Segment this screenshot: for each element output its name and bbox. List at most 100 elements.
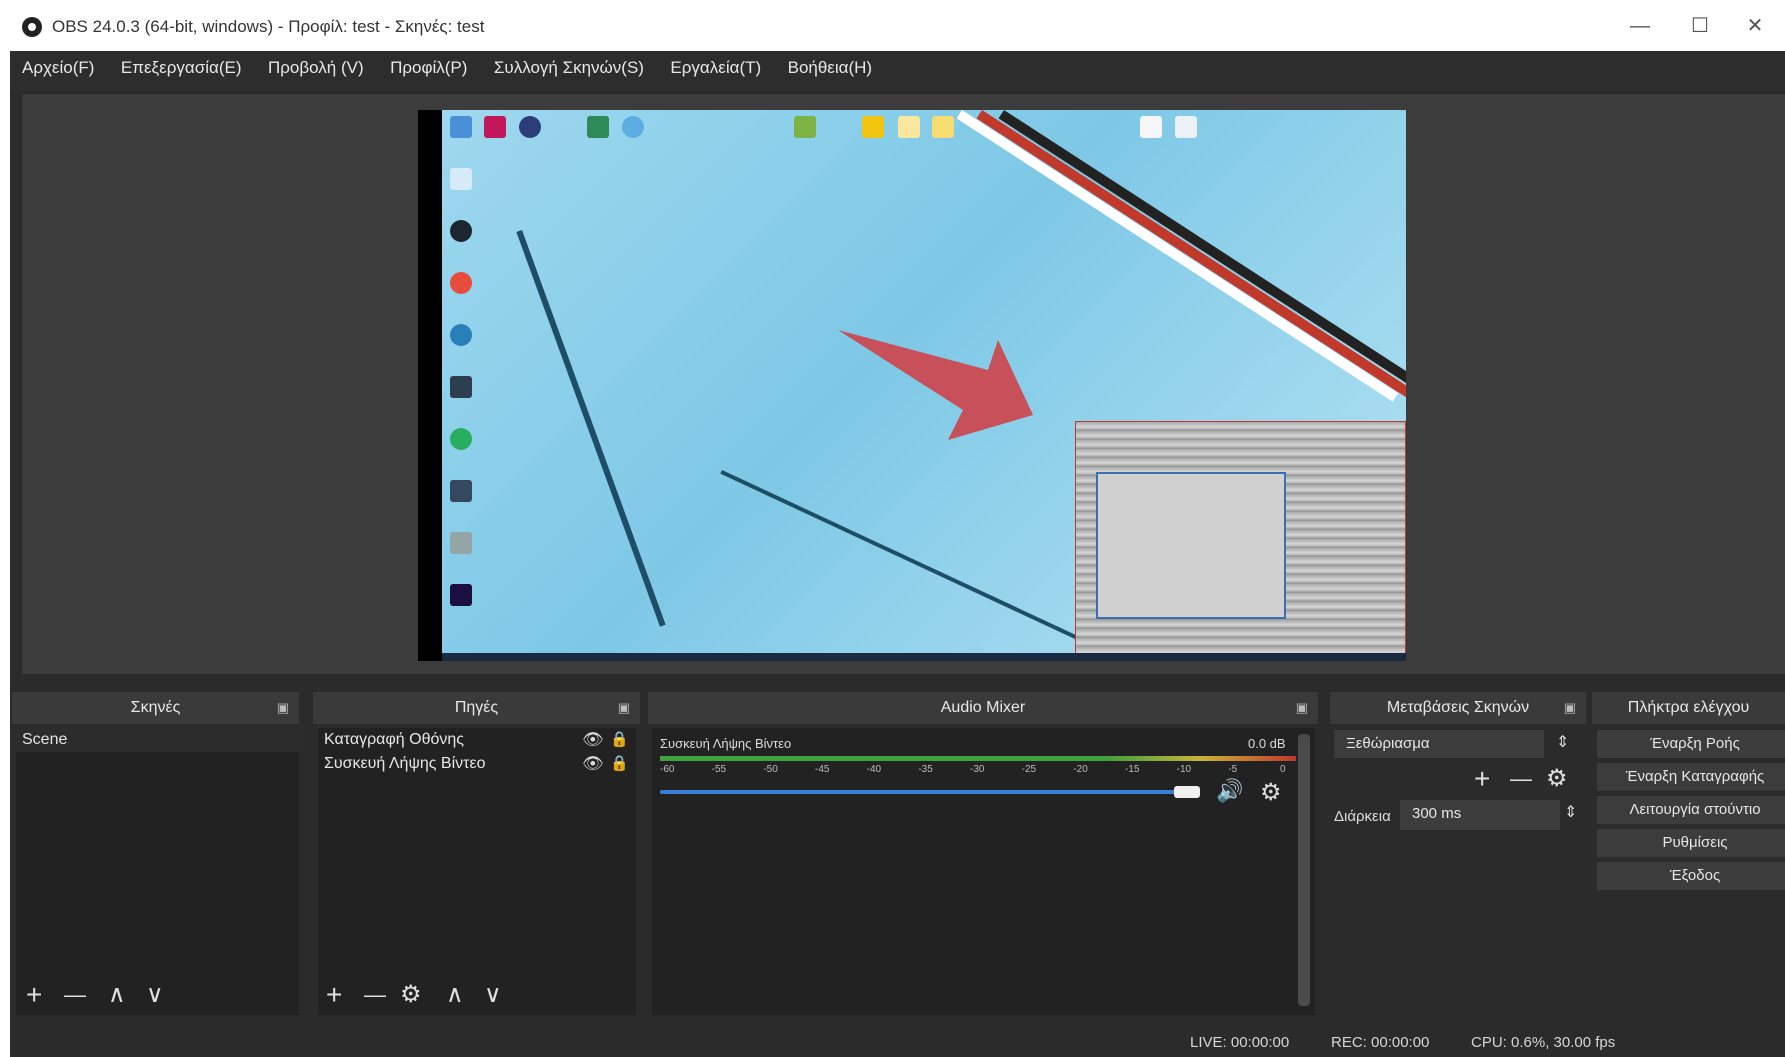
- menu-help[interactable]: Βοήθεια(H): [788, 51, 873, 85]
- preview-canvas[interactable]: [418, 110, 1406, 661]
- transition-properties-button[interactable]: ⚙: [1546, 764, 1568, 794]
- studio-mode-button[interactable]: Λειτουργία στούντιο: [1597, 796, 1785, 824]
- undock-icon[interactable]: ▣: [1296, 692, 1308, 724]
- meter-tick-label: -15: [1125, 764, 1140, 775]
- meter-tick-label: -10: [1176, 764, 1192, 775]
- source-item[interactable]: Συσκευή Λήψης Βίντεο: [318, 752, 624, 776]
- app-icon: [450, 428, 472, 450]
- meter-scale: -60 -55 -50 -45 -40 -35 -30 -25 -20 -15 -10 -5 0: [660, 764, 1296, 778]
- app-icon: [794, 116, 816, 138]
- title-bar: OBS 24.0.3 (64-bit, windows) - Προφίλ: t…: [0, 0, 1785, 51]
- move-source-down-button[interactable]: ∨: [484, 980, 502, 1010]
- menu-bar: Αρχείο(F) Επεξεργασία(E) Προβολή (V) Προ…: [10, 51, 1785, 91]
- move-scene-down-button[interactable]: ∨: [146, 980, 164, 1010]
- app-icon: [484, 116, 506, 138]
- taskbar: [442, 653, 1406, 661]
- exit-button[interactable]: Έξοδος: [1597, 862, 1785, 890]
- meter-tick-label: -25: [1021, 764, 1037, 775]
- audio-mixer-panel: Συσκευή Λήψης Βίντεο 0.0 dB -60 -55 -50 -45…: [652, 728, 1315, 1015]
- chevron-up-down-icon[interactable]: ⇕: [1556, 732, 1569, 752]
- start-streaming-button[interactable]: Έναρξη Ροής: [1597, 730, 1785, 758]
- sources-title: Πηγές: [454, 699, 499, 716]
- mixer-level: 0.0 dB: [1248, 736, 1286, 751]
- app-icon: [450, 532, 472, 554]
- menu-file[interactable]: Αρχείο(F): [22, 51, 94, 85]
- remove-scene-button[interactable]: —: [64, 980, 86, 1010]
- duration-label: Διάρκεια: [1334, 808, 1391, 825]
- mixer-scrollbar[interactable]: [1298, 734, 1310, 1006]
- add-transition-button[interactable]: +: [1474, 764, 1490, 794]
- meter-tick-label: 0: [1280, 764, 1286, 775]
- rec-status: REC: 00:00:00: [1331, 1034, 1430, 1051]
- app-icon: [450, 480, 472, 502]
- transitions-title: Μεταβάσεις Σκηνών: [1386, 699, 1530, 716]
- source-name: Συσκευή Λήψης Βίντεο: [324, 755, 486, 772]
- menu-view[interactable]: Προβολή (V): [268, 51, 364, 85]
- app-icon: [450, 376, 472, 398]
- menu-tools[interactable]: Εργαλεία(T): [670, 51, 761, 85]
- controls-dock-title: Πλήκτρα ελέγχου: [1592, 692, 1785, 724]
- source-item[interactable]: Καταγραφή Οθόνης: [318, 728, 624, 752]
- mixer-dock-title: Audio Mixer ▣: [648, 692, 1318, 724]
- move-scene-up-button[interactable]: ∧: [108, 980, 126, 1010]
- cpu-status: CPU: 0.6%, 30.00 fps: [1471, 1034, 1616, 1051]
- transitions-dock-title: Μεταβάσεις Σκηνών ▣: [1330, 692, 1586, 724]
- lock-icon[interactable]: 🔒: [610, 730, 629, 748]
- webcam-source[interactable]: [1075, 421, 1406, 661]
- menu-profile[interactable]: Προφίλ(P): [390, 51, 467, 85]
- meter-tick-label: -40: [866, 764, 882, 775]
- lock-icon[interactable]: 🔒: [610, 754, 629, 772]
- sources-list: Καταγραφή Οθόνης 👁 🔒 Συσκευή Λήψης Βίντε…: [318, 728, 636, 1015]
- transition-select[interactable]: Ξεθώριασμα: [1334, 730, 1544, 758]
- java-icon: [1175, 116, 1197, 138]
- after-effects-icon: [450, 584, 472, 606]
- undock-icon[interactable]: ▣: [1564, 692, 1576, 724]
- scenes-dock-title: Σκηνές ▣: [12, 692, 299, 724]
- scenes-list: Scene + — ∧ ∨: [16, 728, 299, 1015]
- scene-item[interactable]: Scene: [16, 728, 299, 752]
- folder-icon: [898, 116, 920, 138]
- obs-logo-icon: [22, 17, 42, 37]
- window-title: OBS 24.0.3 (64-bit, windows) - Προφίλ: t…: [52, 17, 485, 36]
- meter-tick-label: -5: [1228, 764, 1238, 775]
- visibility-eye-icon[interactable]: 👁: [582, 730, 604, 750]
- undock-icon[interactable]: ▣: [277, 692, 289, 724]
- duration-stepper-icon[interactable]: ⇕: [1564, 802, 1577, 822]
- wallpaper-curve: [720, 470, 1103, 652]
- transitions-panel: Ξεθώριασμα ⇕ + — ⚙ Διάρκεια 300 ms ⇕: [1330, 728, 1586, 1015]
- folder-icon: [932, 116, 954, 138]
- sources-dock-title: Πηγές ▣: [313, 692, 640, 724]
- volume-slider[interactable]: [660, 790, 1194, 794]
- window-border: [0, 51, 10, 1057]
- volume-meter: [660, 756, 1296, 761]
- scenes-title: Σκηνές: [130, 699, 181, 716]
- undock-icon[interactable]: ▣: [618, 692, 630, 724]
- remove-source-button[interactable]: —: [364, 980, 386, 1010]
- live-status: LIVE: 00:00:00: [1190, 1034, 1290, 1051]
- close-button[interactable]: ✕: [1735, 12, 1775, 40]
- meter-tick-label: -30: [970, 764, 985, 775]
- app-icon: [450, 324, 472, 346]
- meter-tick-label: -45: [815, 764, 830, 775]
- maximize-button[interactable]: ☐: [1680, 12, 1720, 40]
- app-icon: [622, 116, 644, 138]
- settings-button[interactable]: Ρυθμίσεις: [1597, 829, 1785, 857]
- gear-icon[interactable]: ⚙: [1260, 778, 1282, 807]
- add-source-button[interactable]: +: [326, 980, 342, 1010]
- start-recording-button[interactable]: Έναρξη Καταγραφής: [1597, 763, 1785, 791]
- remove-transition-button[interactable]: —: [1510, 764, 1532, 794]
- move-source-up-button[interactable]: ∧: [446, 980, 464, 1010]
- visibility-eye-icon[interactable]: 👁: [582, 754, 604, 774]
- meter-tick-label: -20: [1073, 764, 1088, 775]
- speaker-icon[interactable]: 🔊: [1216, 778, 1243, 804]
- recycle-bin-icon: [450, 168, 472, 190]
- add-scene-button[interactable]: +: [26, 980, 42, 1010]
- source-properties-button[interactable]: ⚙: [400, 980, 422, 1010]
- menu-edit[interactable]: Επεξεργασία(E): [121, 51, 242, 85]
- duration-field[interactable]: 300 ms: [1400, 800, 1560, 830]
- minimize-button[interactable]: —: [1620, 12, 1660, 40]
- meter-tick-label: -35: [918, 764, 933, 775]
- face-blur-box: [1096, 472, 1286, 619]
- volume-slider-knob[interactable]: [1174, 786, 1200, 798]
- menu-scene-collection[interactable]: Συλλογή Σκηνών(S): [494, 51, 644, 85]
